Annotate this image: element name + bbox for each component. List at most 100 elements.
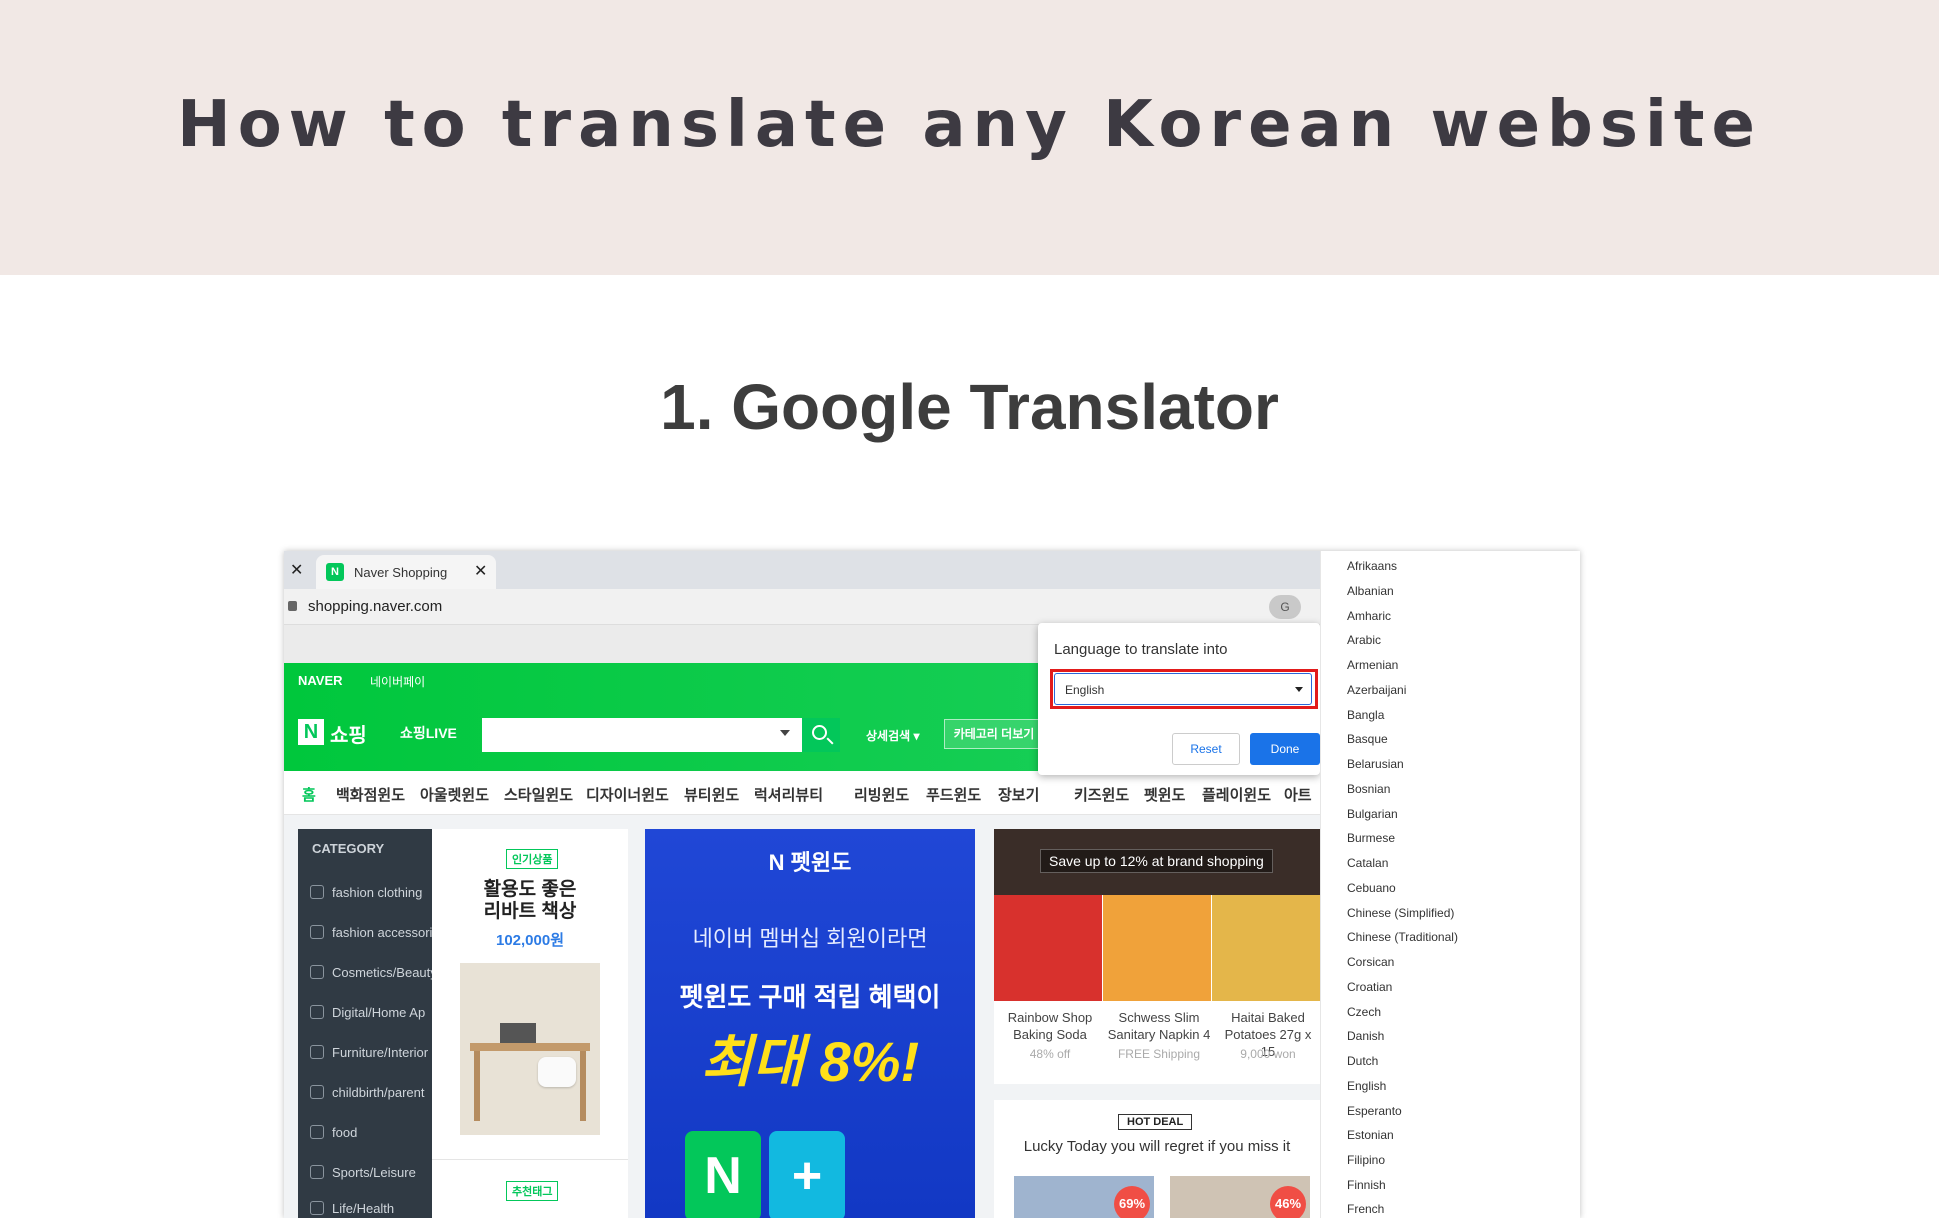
language-option[interactable]: Bangla (1347, 708, 1384, 722)
language-option[interactable]: Corsican (1347, 955, 1394, 969)
language-option[interactable]: Arabic (1347, 633, 1381, 647)
nav-item[interactable]: 스타일윈도 (504, 784, 573, 805)
language-option[interactable]: Bosnian (1347, 782, 1390, 796)
language-option[interactable]: Cebuano (1347, 881, 1396, 895)
nav-item[interactable]: 럭셔리뷰티 (754, 784, 823, 805)
language-option[interactable]: Chinese (Traditional) (1347, 930, 1458, 944)
nav-item[interactable]: 디자이너윈도 (586, 784, 669, 805)
sidebar-item[interactable]: Digital/Home Ap (310, 1005, 425, 1020)
category-icon (310, 1201, 324, 1215)
highlight-box (1050, 669, 1318, 709)
language-option[interactable]: English (1347, 1079, 1386, 1093)
nav-item[interactable]: 뷰티윈도 (684, 784, 739, 805)
language-option[interactable]: Estonian (1347, 1128, 1394, 1142)
language-option[interactable]: Burmese (1347, 831, 1395, 845)
sidebar-item[interactable]: fashion accessories (310, 925, 446, 940)
language-option[interactable]: Bulgarian (1347, 807, 1398, 821)
nav-item[interactable]: 플레이윈도 (1202, 784, 1271, 805)
sidebar-item-label: childbirth/parent (332, 1085, 425, 1100)
language-option[interactable]: Chinese (Simplified) (1347, 906, 1454, 920)
sidebar-item-label: fashion clothing (332, 885, 423, 900)
sidebar-item[interactable]: fashion clothing (310, 885, 422, 900)
translate-label: Language to translate into (1054, 641, 1228, 658)
baking-soda-image (994, 895, 1102, 1001)
nav-item[interactable]: 홈 (302, 784, 316, 805)
sidebar-item[interactable]: Furniture/Interior (310, 1045, 428, 1060)
tab-close-icon[interactable]: ✕ (474, 561, 487, 580)
nav-item[interactable]: 푸드윈도 (926, 784, 981, 805)
more-categories-button[interactable]: 카테고리 더보기 (944, 719, 1044, 749)
main-content: CATEGORY fashion clothing fashion access… (284, 815, 1320, 1218)
language-option[interactable]: Armenian (1347, 658, 1398, 672)
category-icon (310, 925, 324, 939)
sidebar-item-label: Life/Health (332, 1201, 395, 1216)
address-bar[interactable]: shopping.naver.com G (284, 589, 1320, 625)
done-button[interactable]: Done (1250, 733, 1320, 765)
desk-leg-shape (580, 1051, 586, 1121)
nav-item[interactable]: 펫윈도 (1144, 784, 1185, 805)
language-option[interactable]: French (1347, 1202, 1384, 1216)
language-option[interactable]: Czech (1347, 1005, 1381, 1019)
search-dropdown-icon[interactable] (780, 730, 790, 736)
translate-icon[interactable]: G (1269, 595, 1301, 619)
shopping-link[interactable]: 쇼핑 (330, 719, 367, 748)
sidebar-item[interactable]: Sports/Leisure (310, 1165, 416, 1180)
sidebar-item-label: Cosmetics/Beauty (332, 965, 437, 980)
hot-deal-badge: HOT DEAL (1118, 1114, 1193, 1130)
desk-product-image[interactable] (460, 963, 600, 1135)
sofa-thumbnail[interactable]: 69% (1014, 1176, 1154, 1218)
brand-shopping-card: Save up to 12% at brand shopping Rainbow… (994, 829, 1320, 1084)
nav-item[interactable]: 아트 (1284, 784, 1312, 805)
promo-title: 활용도 좋은 리바트 책상 (432, 879, 628, 923)
plus-tile-icon: + (769, 1131, 845, 1218)
language-option[interactable]: Basque (1347, 732, 1388, 746)
product-item[interactable]: Rainbow Shop Baking Soda 48% off (994, 895, 1102, 1084)
language-option[interactable]: Afrikaans (1347, 559, 1397, 573)
language-option[interactable]: Amharic (1347, 609, 1391, 623)
language-option[interactable]: Danish (1347, 1029, 1384, 1043)
search-button[interactable] (802, 718, 840, 752)
nav-item[interactable]: 장보기 (998, 784, 1039, 805)
shopping-live-link[interactable]: 쇼핑LIVE (400, 723, 457, 743)
reset-button[interactable]: Reset (1172, 733, 1240, 765)
pet-window-banner[interactable]: N 펫윈도 네이버 멤버십 회원이라면 펫윈도 구매 적립 혜택이 최대 8%!… (645, 829, 975, 1218)
nav-item[interactable]: 리빙윈도 (854, 784, 909, 805)
close-icon[interactable]: ✕ (290, 560, 303, 579)
language-option[interactable]: Azerbaijani (1347, 683, 1406, 697)
translate-popup: Language to translate into English Reset… (1038, 623, 1320, 775)
sidebar-item[interactable]: childbirth/parent (310, 1085, 425, 1100)
language-option[interactable]: Dutch (1347, 1054, 1378, 1068)
browser-tab[interactable]: N Naver Shopping ✕ (316, 555, 496, 589)
product-item[interactable]: Haitai Baked Potatoes 27g x 15 9,000 won (1212, 895, 1320, 1084)
language-option[interactable]: Finnish (1347, 1178, 1386, 1192)
language-option[interactable]: Croatian (1347, 980, 1392, 994)
nav-item[interactable]: 키즈윈도 (1074, 784, 1129, 805)
naver-logo[interactable]: NAVER (298, 673, 343, 688)
language-option[interactable]: Catalan (1347, 856, 1388, 870)
detail-search-button[interactable]: 상세검색 ▾ (866, 727, 920, 744)
language-option[interactable]: Esperanto (1347, 1104, 1402, 1118)
hot-deal-card[interactable]: HOT DEAL Lucky Today you will regret if … (994, 1100, 1320, 1218)
search-input[interactable] (482, 718, 802, 752)
sidebar-item[interactable]: Life/Health (310, 1201, 394, 1216)
product-item[interactable]: Schwess Slim Sanitary Napkin 4 FREE Ship… (1103, 895, 1211, 1084)
brand-banner[interactable]: Save up to 12% at brand shopping (994, 829, 1320, 895)
recommended-badge: 추천태그 (506, 1181, 559, 1201)
language-option[interactable]: Albanian (1347, 584, 1394, 598)
naver-n-icon[interactable]: N (298, 719, 324, 745)
category-icon (310, 965, 324, 979)
product-meta: FREE Shipping (1117, 1047, 1201, 1061)
sidebar-item[interactable]: food (310, 1125, 357, 1140)
language-option[interactable]: Belarusian (1347, 757, 1404, 771)
desk-top-shape (470, 1043, 590, 1051)
promo-card[interactable]: 인기상품 활용도 좋은 리바트 책상 102,000원 추천태그 (432, 829, 628, 1218)
category-icon (310, 1005, 324, 1019)
nav-item[interactable]: 백화점윈도 (336, 784, 405, 805)
rug-thumbnail[interactable]: 46% (1170, 1176, 1310, 1218)
banner-subtitle: 네이버 멤버십 회원이라면 (692, 926, 928, 951)
sidebar-item[interactable]: Cosmetics/Beauty (310, 965, 437, 980)
language-option[interactable]: Filipino (1347, 1153, 1385, 1167)
url-text[interactable]: shopping.naver.com (308, 598, 442, 615)
naverpay-link[interactable]: 네이버페이 (370, 673, 425, 690)
nav-item[interactable]: 아울렛윈도 (420, 784, 489, 805)
